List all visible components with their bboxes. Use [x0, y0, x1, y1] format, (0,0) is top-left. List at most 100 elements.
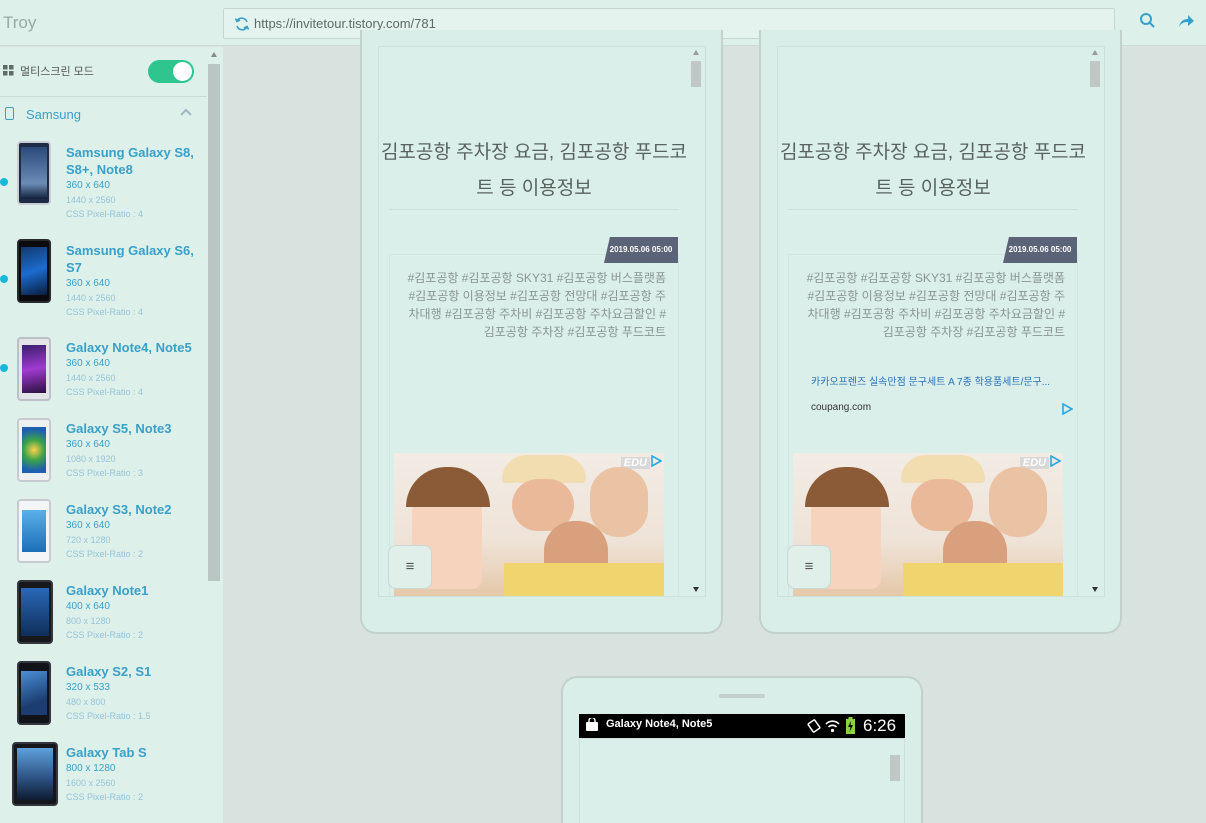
wifi-icon — [825, 720, 840, 733]
device-pixel-ratio: CSS Pixel-Ratio : 2 — [66, 549, 144, 559]
rotate-icon — [807, 719, 821, 733]
phone-icon — [5, 107, 14, 120]
device-thumbnail — [17, 580, 53, 644]
device-thumbnail — [17, 239, 51, 303]
post-content: 2019.05.06 05:00 #김포공항 #김포공항 SKY31 #김포공항… — [388, 237, 679, 596]
shopping-bag-icon — [586, 718, 598, 731]
device-physical-resolution: 720 x 1280 — [66, 535, 111, 545]
date-tag: 2019.05.06 05:00 — [1003, 237, 1077, 263]
ad-image[interactable]: EDU — [793, 453, 1063, 596]
device-resolution: 360 x 640 — [66, 278, 110, 289]
screen-scrollbar[interactable] — [689, 47, 703, 596]
device-physical-resolution: 1440 x 2560 — [66, 373, 116, 383]
group-header-samsung[interactable]: Samsung — [0, 98, 207, 130]
scroll-thumb[interactable] — [691, 61, 701, 87]
multiscreen-toggle[interactable] — [148, 60, 194, 83]
ad-choices-icon[interactable] — [1061, 403, 1073, 415]
sidebar: 멀티스크린 모드 Samsung Samsung Galaxy S8, S8+,… — [0, 47, 223, 823]
device-pixel-ratio: CSS Pixel-Ratio : 2 — [66, 792, 144, 802]
device-frame-3: Galaxy Note4, Note5 6:26 — [561, 676, 923, 823]
device-item[interactable]: Samsung Galaxy S8, S8+, Note8 360 x 640 … — [0, 137, 207, 227]
selected-dot — [0, 178, 8, 186]
device-thumbnail — [17, 141, 51, 205]
screen-scrollbar[interactable] — [1088, 47, 1102, 596]
screen-scrollbar[interactable] — [888, 739, 902, 823]
device-pixel-ratio: CSS Pixel-Ratio : 4 — [66, 387, 144, 397]
divider — [389, 209, 679, 210]
ad-text[interactable]: 카카오프렌즈 실속만점 문구세트 A 7종 학용품세트/문구... — [811, 373, 1076, 388]
device-thumbnail — [17, 499, 51, 563]
menu-button[interactable]: ≡ — [388, 545, 432, 589]
device-item[interactable]: Galaxy S3, Note2 360 x 640 720 x 1280 CS… — [0, 497, 207, 572]
post-tags: #김포공항 #김포공항 SKY31 #김포공항 버스플랫폼 #김포공항 이용정보… — [806, 271, 1065, 339]
ad-choices-icon[interactable] — [1049, 455, 1061, 467]
device-pixel-ratio: CSS Pixel-Ratio : 2 — [66, 630, 144, 640]
device-resolution: 320 x 533 — [66, 682, 110, 693]
toggle-knob — [173, 62, 192, 81]
device-resolution: 400 x 640 — [66, 601, 110, 612]
device-screen[interactable]: 김포공항 주차장 요금, 김포공항 푸드코트 등 이용정보 2019.05.06… — [777, 46, 1105, 597]
ad-choices-icon[interactable] — [650, 455, 662, 467]
device-resolution: 800 x 1280 — [66, 763, 116, 774]
device-pixel-ratio: CSS Pixel-Ratio : 4 — [66, 209, 144, 219]
grid-icon — [3, 65, 14, 76]
sidebar-scrollbar[interactable] — [208, 47, 221, 823]
device-thumbnail — [17, 661, 51, 725]
device-name: Galaxy Tab S — [66, 745, 147, 760]
share-icon[interactable] — [1177, 12, 1195, 30]
device-name: Galaxy Note4, Note5 — [66, 340, 192, 355]
ad-image[interactable]: EDU — [394, 453, 664, 596]
group-label: Samsung — [26, 107, 81, 122]
search-icon[interactable] — [1139, 12, 1157, 30]
selected-dot — [0, 275, 8, 283]
selected-dot — [0, 364, 8, 372]
device-thumbnail — [17, 418, 51, 482]
device-pixel-ratio: CSS Pixel-Ratio : 3 — [66, 468, 144, 478]
scroll-thumb[interactable] — [208, 64, 220, 581]
status-clock: 6:26 — [863, 716, 897, 735]
ad-person-hair — [805, 467, 889, 507]
device-screen[interactable] — [579, 738, 905, 823]
scroll-down-arrow[interactable] — [693, 587, 699, 592]
device-item[interactable]: Galaxy S2, S1 320 x 533 480 x 800 CSS Pi… — [0, 659, 207, 734]
menu-button[interactable]: ≡ — [787, 545, 831, 589]
device-name: Galaxy S2, S1 — [66, 664, 152, 679]
device-name: Samsung Galaxy S8, S8+, Note8 — [66, 145, 194, 177]
device-name: Samsung Galaxy S6, S7 — [66, 243, 194, 275]
post-title: 김포공항 주차장 요금, 김포공항 푸드코트 등 이용정보 — [779, 142, 1087, 199]
device-item[interactable]: Galaxy S5, Note3 360 x 640 1080 x 1920 C… — [0, 416, 207, 491]
scroll-up-arrow[interactable] — [1092, 50, 1098, 55]
device-resolution: 360 x 640 — [66, 439, 110, 450]
scroll-down-arrow[interactable] — [1092, 587, 1098, 592]
chevron-up-icon[interactable] — [180, 108, 192, 116]
scroll-up-arrow[interactable] — [211, 52, 217, 57]
url-text[interactable]: https://invitetour.tistory.com/781 — [254, 16, 436, 31]
post-title: 김포공항 주차장 요금, 김포공항 푸드코트 등 이용정보 — [380, 142, 688, 199]
device-item[interactable]: Samsung Galaxy S6, S7 360 x 640 1440 x 2… — [0, 235, 207, 325]
device-item[interactable]: Galaxy Note4, Note5 360 x 640 1440 x 256… — [0, 335, 207, 410]
device-item[interactable]: Galaxy Note1 400 x 640 800 x 1280 CSS Pi… — [0, 578, 207, 653]
device-screen[interactable]: 김포공항 주차장 요금, 김포공항 푸드코트 등 이용정보 2019.05.06… — [378, 46, 706, 597]
scroll-thumb[interactable] — [890, 755, 900, 781]
scroll-up-arrow[interactable] — [693, 50, 699, 55]
status-title: Galaxy Note4, Note5 — [606, 718, 713, 730]
status-bar: Galaxy Note4, Note5 6:26 — [579, 714, 905, 738]
device-name: Galaxy Note1 — [66, 583, 149, 598]
scroll-thumb[interactable] — [1090, 61, 1100, 87]
refresh-icon[interactable] — [234, 16, 250, 32]
device-item[interactable]: Galaxy Tab S 800 x 1280 1600 x 2560 CSS … — [0, 740, 207, 815]
speaker-grille — [719, 694, 765, 698]
device-name: Galaxy S5, Note3 — [66, 421, 172, 436]
ad-person — [590, 467, 648, 537]
multiscreen-row: 멀티스크린 모드 — [0, 47, 207, 97]
ad-shirt — [903, 563, 1063, 596]
device-resolution: 360 x 640 — [66, 180, 110, 191]
device-name: Galaxy S3, Note2 — [66, 502, 172, 517]
app-title: Troy — [3, 13, 37, 32]
ad-domain[interactable]: coupang.com — [811, 402, 871, 413]
device-physical-resolution: 480 x 800 — [66, 697, 106, 707]
device-physical-resolution: 1080 x 1920 — [66, 454, 116, 464]
multiscreen-label: 멀티스크린 모드 — [20, 66, 94, 78]
device-pixel-ratio: CSS Pixel-Ratio : 1.5 — [66, 711, 151, 721]
device-frame-2: 김포공항 주차장 요금, 김포공항 푸드코트 등 이용정보 2019.05.06… — [759, 30, 1122, 634]
